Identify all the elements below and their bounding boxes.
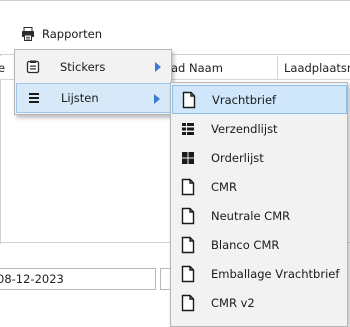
menu-item-stickers[interactable]: Stickers — [16, 52, 171, 82]
rapporten-label: Rapporten — [42, 27, 103, 41]
submenu-item-verzendlijst[interactable]: Verzendlijst — [172, 114, 347, 143]
submenu-item-label: Neutrale CMR — [211, 208, 291, 223]
grid-icon — [182, 151, 194, 164]
sticker-icon — [26, 60, 40, 74]
submenu-item-orderlijst[interactable]: Orderlijst — [172, 143, 347, 172]
rapporten-button[interactable]: Rapporten — [16, 23, 106, 45]
submenu-item-emballage-vrachtbrief[interactable]: Emballage Vrachtbrief — [172, 259, 347, 288]
list-icon — [29, 93, 39, 103]
submenu-item-label: Vrachtbrief — [212, 92, 277, 107]
submenu-item-label: CMR v2 — [211, 295, 255, 310]
date-field[interactable]: 08-12-2023 — [0, 268, 156, 290]
document-icon — [181, 207, 195, 224]
rapporten-menu: Stickers Lijsten — [14, 49, 172, 115]
submenu-item-cmr-v2[interactable]: CMR v2 — [172, 288, 347, 317]
column-header-laadplaats[interactable]: Laadplaatsn — [277, 56, 350, 80]
printer-icon — [22, 27, 34, 41]
list-detail-icon — [182, 122, 194, 135]
submenu-item-cmr[interactable]: CMR — [172, 172, 347, 201]
column-header-naam[interactable]: ad Naam — [164, 56, 223, 80]
lijsten-submenu: Vrachtbrief Verzendlijst Orderlijst CMR — [170, 82, 348, 327]
menu-item-lijsten[interactable]: Lijsten — [16, 83, 171, 113]
submenu-item-vrachtbrief[interactable]: Vrachtbrief — [172, 85, 347, 114]
document-icon — [182, 91, 196, 108]
submenu-item-label: CMR — [211, 179, 237, 194]
document-icon — [181, 178, 195, 195]
menu-item-label: Lijsten — [61, 91, 99, 105]
column-header-partial[interactable]: e — [0, 56, 5, 80]
submenu-item-label: Blanco CMR — [211, 237, 280, 252]
submenu-item-label: Emballage Vrachtbrief — [211, 266, 340, 281]
submenu-arrow-icon — [155, 62, 161, 72]
document-icon — [181, 265, 195, 282]
document-icon — [181, 236, 195, 253]
submenu-item-label: Orderlijst — [211, 150, 264, 165]
submenu-item-neutrale-cmr[interactable]: Neutrale CMR — [172, 201, 347, 230]
submenu-arrow-icon — [154, 94, 160, 104]
document-icon — [181, 294, 195, 311]
submenu-item-label: Verzendlijst — [211, 121, 278, 136]
menu-item-label: Stickers — [60, 60, 106, 74]
submenu-item-blanco-cmr[interactable]: Blanco CMR — [172, 230, 347, 259]
